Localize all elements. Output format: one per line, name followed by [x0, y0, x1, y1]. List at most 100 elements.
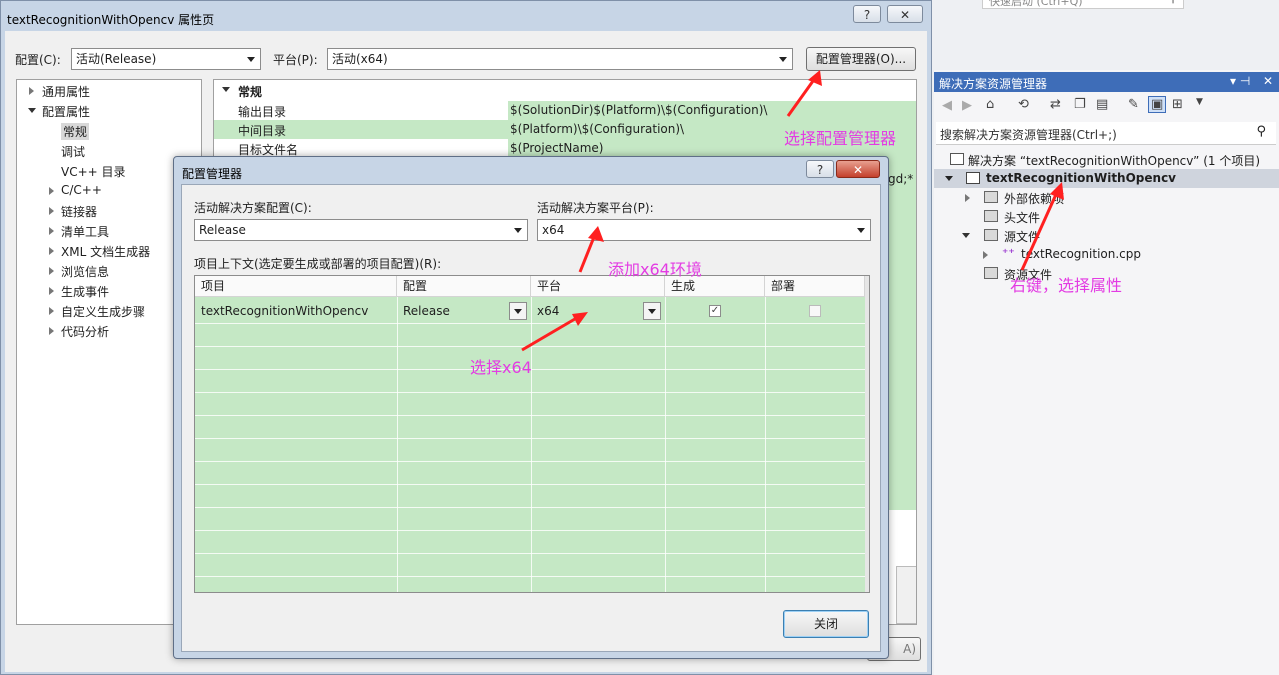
grid-line [195, 461, 865, 462]
property-page-title: textRecognitionWithOpencv 属性页 [7, 13, 215, 27]
collapse-icon[interactable] [945, 176, 953, 181]
expand-icon[interactable] [965, 194, 970, 202]
chevron-down-icon [648, 309, 656, 314]
folder-icon [984, 191, 998, 203]
deploy-checkbox[interactable] [809, 305, 821, 317]
history-icon[interactable]: ⟲ [1018, 97, 1029, 112]
grid-line [195, 507, 865, 508]
expand-icon[interactable] [49, 187, 54, 195]
pin-icon[interactable]: ▾ ⊣ [1230, 74, 1250, 88]
expand-icon[interactable] [983, 251, 988, 259]
properties-icon[interactable]: ✎ [1128, 97, 1139, 112]
back-icon[interactable]: ◀ [942, 98, 952, 113]
arrow-icon [521, 312, 588, 352]
grid-description [896, 566, 916, 624]
grid-line [665, 297, 666, 592]
chevron-down-icon [779, 57, 787, 62]
solution-node[interactable]: 解决方案 “textRecognitionWithOpencv” (1 个项目) [968, 152, 1260, 169]
tree-item-build-events[interactable]: 生成事件 [61, 283, 109, 300]
project-icon [966, 172, 980, 184]
sync-icon[interactable]: ⇄ [1050, 97, 1061, 112]
annotation-select-config-manager: 选择配置管理器 [784, 129, 897, 148]
tree-item-general[interactable]: 通用属性 [42, 83, 90, 100]
annotation-select-x64: 选择x64 [470, 358, 532, 377]
cpp-file-icon: ⁺⁺ [1002, 246, 1015, 260]
expand-icon[interactable] [49, 287, 54, 295]
platform-dropdown[interactable]: 活动(x64) [327, 48, 793, 70]
quick-launch-input[interactable]: 快速启动 (Ctrl+Q) ⚲ [982, 0, 1184, 9]
chevron-down-icon[interactable]: ▼ [1196, 97, 1203, 107]
collapse-icon[interactable] [962, 233, 970, 238]
row-platform-dropdown[interactable] [643, 302, 661, 320]
build-checkbox[interactable]: ✓ [709, 305, 721, 317]
tree-item-vc-dirs[interactable]: VC++ 目录 [61, 163, 126, 180]
tree-item-config-props[interactable]: 配置属性 [42, 103, 90, 120]
folder-icon [984, 267, 998, 279]
row-config: Release [403, 304, 450, 318]
solution-explorer-toolbar: ◀ ▶ ⌂ ⟲ ⇄ ❐ ▤ ✎ ▣ ⊞ ▼ [938, 96, 1268, 118]
active-config-dropdown[interactable]: Release [194, 219, 528, 241]
tree-item-debugging[interactable]: 调试 [61, 143, 85, 160]
expand-icon[interactable] [49, 247, 54, 255]
forward-icon[interactable]: ▶ [962, 98, 972, 113]
grid-value: $(SolutionDir)$(Platform)\$(Configuratio… [510, 103, 768, 117]
close-button[interactable]: ✕ [887, 5, 923, 23]
expand-icon[interactable] [49, 267, 54, 275]
column-header-project[interactable]: 项目 [195, 276, 397, 297]
expand-icon[interactable] [49, 227, 54, 235]
collapse-icon[interactable] [222, 87, 230, 92]
collapse-all-icon[interactable]: ❐ [1074, 97, 1086, 112]
active-platform-value: x64 [542, 223, 565, 237]
grid-line [195, 484, 865, 485]
class-view-icon[interactable]: ⊞ [1172, 97, 1183, 112]
tree-item-custom-build[interactable]: 自定义生成步骤 [61, 303, 145, 320]
table-scrollbar[interactable] [865, 276, 869, 592]
close-icon[interactable]: ✕ [1263, 74, 1273, 88]
quick-launch-placeholder: 快速启动 (Ctrl+Q) [989, 0, 1083, 8]
active-platform-label: 活动解决方案平台(P): [537, 201, 654, 215]
home-icon[interactable]: ⌂ [986, 97, 994, 112]
collapse-icon[interactable] [28, 108, 36, 113]
expand-icon[interactable] [49, 307, 54, 315]
tree-item-browse[interactable]: 浏览信息 [61, 263, 109, 280]
tree-item-code-analysis[interactable]: 代码分析 [61, 323, 109, 340]
show-all-files-icon[interactable]: ▤ [1096, 97, 1108, 112]
arrow-icon [578, 226, 604, 273]
help-button[interactable]: ? [806, 160, 834, 178]
help-button[interactable]: ? [853, 5, 881, 23]
solution-icon [950, 153, 964, 165]
config-close-button[interactable]: 关闭 [783, 610, 869, 638]
expand-icon[interactable] [49, 207, 54, 215]
close-button[interactable]: ✕ [836, 160, 880, 178]
config-value: 活动(Release) [76, 52, 157, 66]
expand-icon[interactable] [29, 87, 34, 95]
row-project[interactable]: textRecognitionWithOpencv [201, 304, 368, 318]
chevron-down-icon [247, 57, 255, 62]
config-dropdown[interactable]: 活动(Release) [71, 48, 261, 70]
arrow-icon [1020, 182, 1064, 271]
context-label: 项目上下文(选定要生成或部署的项目配置)(R): [194, 257, 442, 271]
tree-item-general-selected[interactable]: 常规 [61, 123, 90, 140]
search-icon[interactable]: ⚲ [1256, 124, 1266, 139]
tree-item-linker[interactable]: 链接器 [61, 203, 97, 220]
grid-key: 输出目录 [238, 105, 287, 119]
grid-line [195, 415, 865, 416]
solution-search-input[interactable]: 搜索解决方案资源管理器(Ctrl+;) ⚲ [936, 122, 1276, 145]
platform-value: 活动(x64) [332, 52, 388, 66]
column-header-deploy[interactable]: 部署 [765, 276, 865, 297]
grid-line [195, 392, 865, 393]
config-manager-body: 活动解决方案配置(C): Release 活动解决方案平台(P): x64 项目… [181, 184, 881, 652]
annotation-add-x64: 添加x64环境 [608, 260, 702, 279]
tree-item-cpp[interactable]: C/C++ [61, 183, 102, 197]
grid-line [397, 297, 398, 592]
chevron-down-icon [857, 228, 865, 233]
active-config-label: 活动解决方案配置(C): [194, 201, 312, 215]
chevron-down-icon [514, 228, 522, 233]
expand-icon[interactable] [49, 327, 54, 335]
solution-explorer-titlebar: 解决方案资源管理器 ▾ ⊣ ✕ [934, 72, 1279, 92]
preview-icon[interactable]: ▣ [1148, 96, 1167, 113]
grid-value: $(ProjectName) [510, 141, 604, 155]
column-header-config[interactable]: 配置 [397, 276, 531, 297]
tree-item-xml[interactable]: XML 文档生成器 [61, 243, 150, 260]
tree-item-manifest[interactable]: 清单工具 [61, 223, 109, 240]
